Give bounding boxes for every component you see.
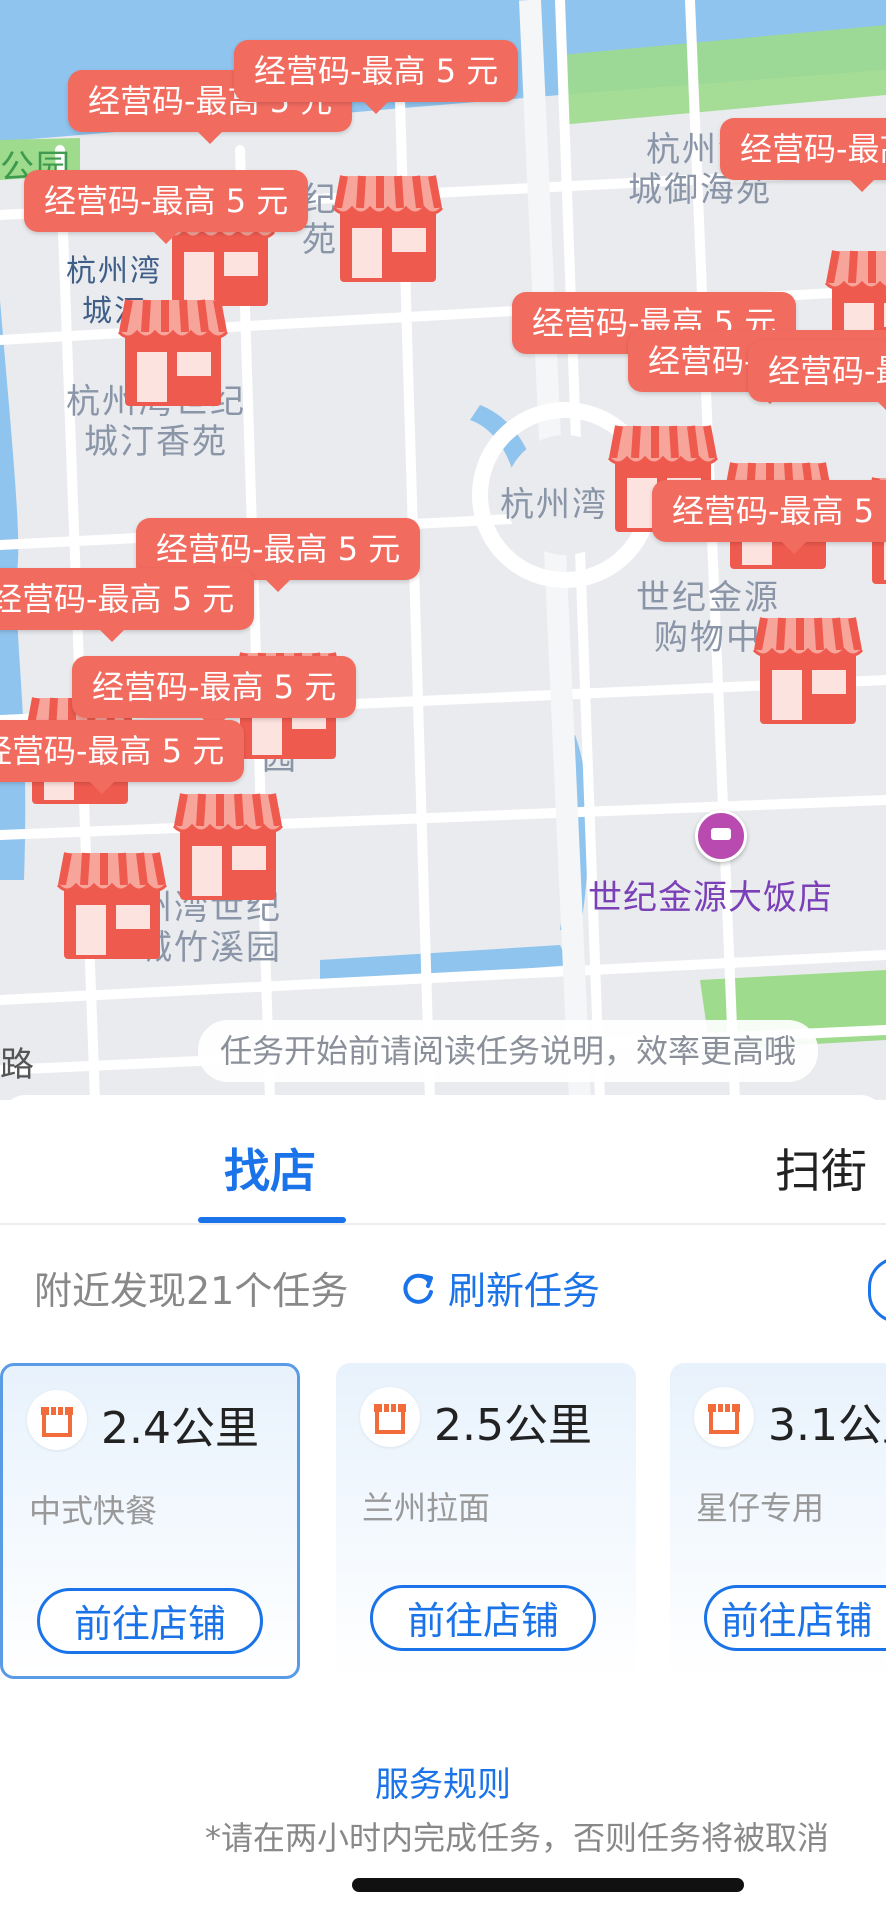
refresh-button[interactable]: 刷新任务 <box>398 1260 600 1315</box>
go-to-store-button[interactable]: 前往店铺 <box>37 1588 263 1654</box>
refresh-icon <box>403 1273 433 1304</box>
shop-marker-icon[interactable] <box>748 610 868 728</box>
reward-bubble[interactable]: 经营码-最高 5 元 <box>0 720 245 794</box>
task-panel: 找店 扫街 附近发现21个任务 刷新任务 2.4公里 中式快餐 前往店铺 2.5… <box>0 1095 886 1920</box>
task-category: 兰州拉面 <box>362 1489 491 1527</box>
task-count-text: 附近发现21个任务 <box>34 1269 349 1313</box>
hotel-label: 世纪金源大饭店 <box>588 878 833 918</box>
task-category: 中式快餐 <box>29 1492 158 1530</box>
reward-bubble[interactable]: 经营码-最高 5 元 <box>234 40 519 114</box>
reward-bubble[interactable]: 经营码-最高 5 元 <box>72 656 357 730</box>
task-card[interactable]: 2.4公里 中式快餐 前往店铺 <box>0 1363 300 1679</box>
store-icon <box>694 1387 754 1447</box>
task-tip: 任务开始前请阅读任务说明，效率更高哦 <box>198 1020 819 1082</box>
task-distance: 3.1公里 <box>768 1400 886 1451</box>
task-card[interactable]: 2.5公里 兰州拉面 前往店铺 <box>336 1363 636 1679</box>
time-limit-notice: *请在两小时内完成任务，否则任务将被取消 <box>205 1819 830 1857</box>
reward-bubble[interactable]: 经营码-最高 5 元 <box>652 480 886 554</box>
home-indicator <box>352 1878 744 1892</box>
shop-marker-icon[interactable] <box>328 168 448 286</box>
go-to-store-button[interactable]: 前往店铺 <box>370 1585 596 1651</box>
tab-street-scan[interactable]: 扫街 <box>775 1135 867 1201</box>
place-label: 杭州湾 <box>500 485 608 525</box>
task-card[interactable]: 3.1公里 星仔专用 前往店铺 <box>670 1363 886 1679</box>
store-icon <box>27 1390 87 1450</box>
map-view[interactable]: 杭州湾 城御海苑 纪 苑 杭州湾 城汀 杭州湾世纪 城汀香苑 杭州湾 世纪金源 … <box>0 0 886 1100</box>
tab-find-store[interactable]: 找店 <box>224 1135 316 1201</box>
shop-marker-icon[interactable] <box>113 292 233 410</box>
hotel-icon[interactable] <box>695 810 747 862</box>
task-distance: 2.4公里 <box>101 1403 259 1454</box>
reward-bubble[interactable]: 经营码-最高 5 元 <box>0 568 255 642</box>
shop-marker-icon[interactable] <box>52 845 172 963</box>
reward-bubble[interactable]: 经营码-最高 5 元 <box>720 118 886 192</box>
more-button[interactable] <box>868 1257 886 1323</box>
reward-bubble[interactable]: 经营码-最高 5 元 <box>748 340 886 414</box>
reward-bubble[interactable]: 经营码-最高 5 元 <box>24 170 309 244</box>
place-label: 路 <box>0 1045 36 1085</box>
task-distance: 2.5公里 <box>434 1400 592 1451</box>
tab-divider <box>0 1223 886 1225</box>
refresh-label: 刷新任务 <box>448 1269 601 1313</box>
task-category: 星仔专用 <box>696 1489 825 1527</box>
store-icon <box>360 1387 420 1447</box>
service-rules-link[interactable]: 服务规则 <box>0 1757 886 1806</box>
shop-marker-icon[interactable] <box>168 786 288 904</box>
go-to-store-button[interactable]: 前往店铺 <box>704 1585 886 1651</box>
